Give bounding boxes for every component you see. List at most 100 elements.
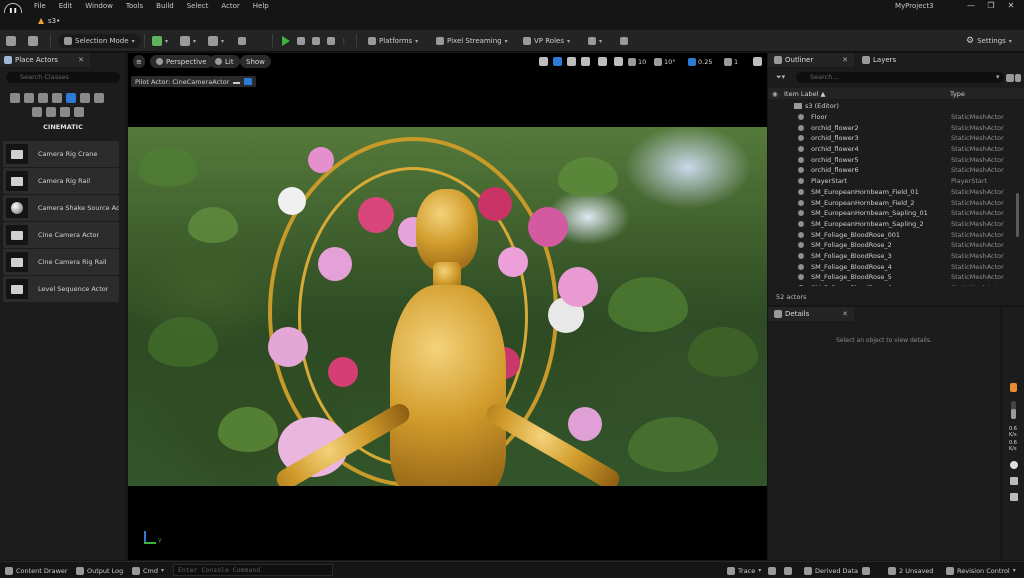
maximize-viewport-icon[interactable] — [753, 57, 762, 66]
type-column[interactable]: Type — [950, 90, 965, 98]
settings-dropdown[interactable]: ⚙ Settings ▾ — [966, 34, 1012, 48]
menu-window[interactable]: Window — [85, 2, 113, 10]
level-tab[interactable]: s3• — [32, 14, 66, 28]
shapes-icon[interactable] — [52, 93, 62, 103]
lit-button[interactable]: Lit — [209, 55, 240, 68]
outliner-row[interactable]: Floor StaticMeshActor — [768, 112, 1016, 123]
volumes-icon[interactable] — [94, 93, 104, 103]
trace-dropdown[interactable]: Trace ▾ — [727, 565, 761, 576]
eject-pilot-icon[interactable] — [233, 79, 241, 84]
add-folder-icon[interactable] — [1006, 74, 1014, 82]
world-space-icon[interactable] — [598, 57, 607, 66]
outliner-root-row[interactable]: s3 (Editor) — [768, 101, 1016, 112]
geometry-icon[interactable] — [32, 107, 42, 117]
outliner-row[interactable]: SM_Foliage_BloodRose_6 StaticMeshActor — [768, 283, 1016, 286]
grid-snap[interactable]: 10 — [628, 56, 646, 67]
minimize-icon[interactable]: — — [964, 1, 978, 11]
perspective-button[interactable]: Perspective — [150, 55, 213, 68]
modes-button[interactable] — [238, 34, 246, 48]
outliner-row[interactable]: SM_EuropeanHornbeam_Field_2 StaticMeshAct… — [768, 197, 1016, 208]
chat-icon[interactable] — [1010, 477, 1018, 485]
source-icon[interactable] — [862, 567, 870, 575]
actor-level-sequence[interactable]: Level Sequence Actor — [3, 276, 119, 302]
scale-icon[interactable] — [581, 57, 590, 66]
settings-icon[interactable] — [1015, 74, 1021, 82]
camera-lock-icon[interactable] — [244, 78, 253, 85]
virtual-production-icon[interactable] — [60, 107, 70, 117]
cmd-dropdown[interactable]: Cmd ▾ — [132, 565, 164, 576]
menu-file[interactable]: File — [34, 2, 46, 10]
menu-build[interactable]: Build — [156, 2, 174, 10]
theme-icon[interactable] — [1010, 461, 1018, 469]
basic-icon[interactable] — [24, 93, 34, 103]
trace-toggle-button[interactable]: ▾ — [588, 34, 602, 48]
output-log-button[interactable]: Output Log — [76, 565, 123, 576]
outliner-row[interactable]: orchid_flower5 StaticMeshActor — [768, 154, 1016, 165]
filter-icon[interactable]: ⏷▾ — [776, 73, 785, 82]
actor-cine-camera[interactable]: Cine Camera Actor — [3, 222, 119, 248]
outliner-row[interactable]: SM_EuropeanHornbeam_Sapling_2 StaticMeshA… — [768, 219, 1016, 230]
pixel-streaming-dropdown[interactable]: Pixel Streaming ▾ — [436, 34, 508, 48]
show-button[interactable]: Show — [240, 55, 271, 68]
visual-effects-icon[interactable] — [80, 93, 90, 103]
rotate-icon[interactable] — [567, 57, 576, 66]
close-tab-icon[interactable]: ✕ — [842, 310, 848, 318]
vp-roles-dropdown[interactable]: VP Roles ▾ — [523, 34, 570, 48]
outliner-row[interactable]: orchid_flower2 StaticMeshActor — [768, 122, 1016, 133]
actor-camera-shake-source[interactable]: Camera Shake Source Ac — [3, 195, 119, 221]
rotation-snap[interactable]: 10° — [654, 56, 676, 67]
menu-help[interactable]: Help — [253, 2, 269, 10]
select-mode-icon[interactable] — [539, 57, 548, 66]
warning-icon[interactable] — [1010, 383, 1017, 392]
play-button[interactable] — [282, 34, 290, 48]
camera-speed[interactable]: 1 — [724, 56, 738, 67]
source-control-button[interactable] — [28, 34, 38, 48]
outliner-row[interactable]: SM_Foliage_BloodRose_2 StaticMeshActor — [768, 240, 1016, 251]
actor-cine-camera-rig-rail[interactable]: Cine Camera Rig Rail — [3, 249, 119, 275]
visibility-icon[interactable]: ◉ — [772, 90, 778, 98]
outliner-row[interactable]: SM_Foliage_BloodRose_001 StaticMeshActor — [768, 229, 1016, 240]
outliner-row[interactable]: orchid_flower3 StaticMeshActor — [768, 133, 1016, 144]
derived-data-button[interactable]: Derived Data — [804, 565, 858, 576]
all-classes-icon[interactable] — [46, 107, 56, 117]
play-options-button[interactable]: ⋮ — [341, 34, 347, 48]
viewport-menu-button[interactable]: ≡ — [133, 55, 145, 68]
outliner-scrollbar[interactable] — [1016, 193, 1019, 237]
item-label-column[interactable]: Item Label ▲ — [784, 90, 825, 98]
record-icon[interactable] — [768, 567, 776, 575]
selection-mode-dropdown[interactable]: Selection Mode ▾ — [58, 34, 141, 48]
stop-button[interactable] — [312, 34, 320, 48]
cinematic-icon[interactable] — [66, 93, 76, 103]
outliner-search-input[interactable]: Search... — [796, 72, 1004, 83]
outliner-row[interactable]: SM_Foliage_BloodRose_3 StaticMeshActor — [768, 251, 1016, 262]
outliner-tab[interactable]: Outliner ✕ — [768, 53, 854, 67]
outliner-row[interactable]: SM_Foliage_BloodRose_5 StaticMeshActor — [768, 272, 1016, 283]
vr-button[interactable] — [620, 34, 628, 48]
cinematics-button[interactable]: ▾ — [208, 34, 224, 48]
outliner-row[interactable]: orchid_flower6 StaticMeshActor — [768, 165, 1016, 176]
level-viewport[interactable]: ≡ Perspective Lit Show 10 10° 0.25 1 Pil… — [128, 53, 767, 560]
menu-select[interactable]: Select — [187, 2, 209, 10]
recent-icon[interactable] — [10, 93, 20, 103]
surface-snap-icon[interactable] — [614, 57, 623, 66]
layers-tab[interactable]: Layers — [856, 53, 896, 67]
more-classes-icon[interactable] — [74, 107, 84, 117]
platforms-dropdown[interactable]: Platforms ▾ — [368, 34, 418, 48]
step-button[interactable] — [297, 34, 305, 48]
save-button[interactable] — [6, 34, 16, 48]
lights-icon[interactable] — [38, 93, 48, 103]
actor-camera-rig-crane[interactable]: Camera Rig Crane — [3, 141, 119, 167]
close-tab-icon[interactable]: ✕ — [78, 56, 84, 64]
search-classes-input[interactable]: Search Classes — [6, 72, 120, 83]
outliner-row[interactable]: SM_EuropeanHornbeam_Field_01 StaticMeshAc… — [768, 187, 1016, 198]
outliner-row[interactable]: PlayerStart PlayerStart — [768, 176, 1016, 187]
add-actor-button[interactable]: ▾ — [152, 34, 168, 48]
menu-edit[interactable]: Edit — [59, 2, 73, 10]
console-command-input[interactable]: Enter Console Command — [173, 564, 333, 576]
revision-control-dropdown[interactable]: Revision Control ▾ — [946, 565, 1016, 576]
outliner-row[interactable]: SM_EuropeanHornbeam_Sapling_01 StaticMesh… — [768, 208, 1016, 219]
outliner-row[interactable]: orchid_flower4 StaticMeshActor — [768, 144, 1016, 155]
live-icon[interactable] — [784, 567, 792, 575]
translate-icon[interactable] — [553, 57, 562, 66]
scale-snap[interactable]: 0.25 — [688, 56, 712, 67]
